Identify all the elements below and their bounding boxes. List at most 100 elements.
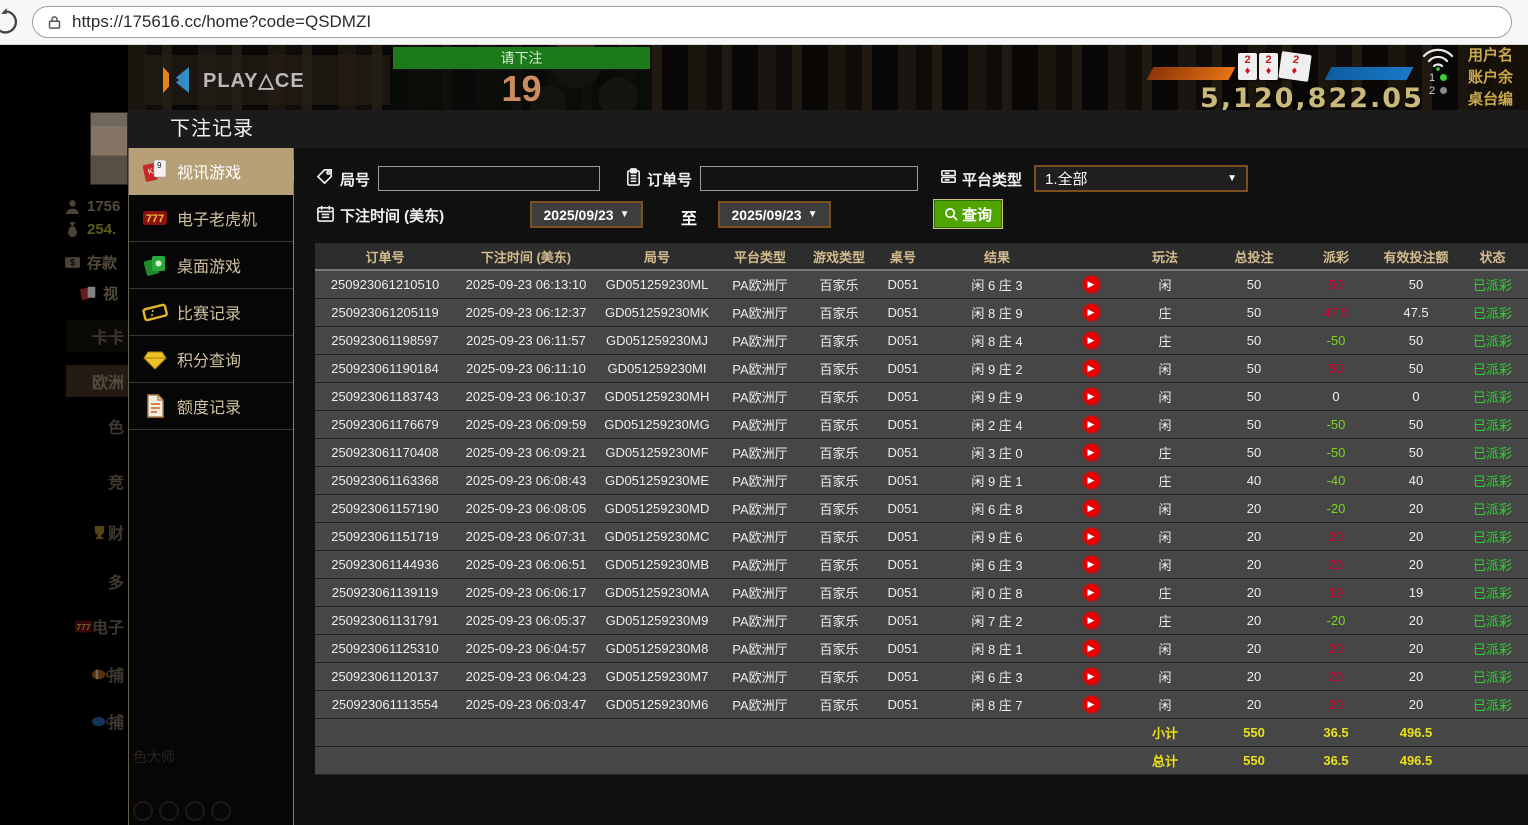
address-bar[interactable]: https://175616.cc/home?code=QSDMZI xyxy=(32,6,1512,38)
date-to-picker[interactable]: 2025/09/23 ▼ xyxy=(718,201,831,228)
cell-status: 已派彩 xyxy=(1457,606,1528,634)
replay-icon[interactable]: ▶ xyxy=(1083,472,1100,489)
cell-replay: ▶ xyxy=(1063,382,1119,410)
query-button[interactable]: 查询 xyxy=(934,200,1002,228)
cell-round: GD051259230ME xyxy=(597,466,717,494)
replay-icon[interactable]: ▶ xyxy=(1083,360,1100,377)
menu-item-table-games[interactable]: 桌面游戏 xyxy=(129,242,293,289)
replay-icon[interactable]: ▶ xyxy=(1083,584,1100,601)
cell-replay: ▶ xyxy=(1063,466,1119,494)
cell-replay: ▶ xyxy=(1063,634,1119,662)
replay-icon[interactable]: ▶ xyxy=(1083,276,1100,293)
menu-item-label: 桌面游戏 xyxy=(177,253,241,277)
menu-fragment-1[interactable]: 欧洲 xyxy=(66,365,128,397)
column-header-status: 状态 xyxy=(1457,243,1528,270)
cell-game: 百家乐 xyxy=(803,354,875,382)
cell-order: 250923061170408 xyxy=(315,438,455,466)
line-2[interactable]: 2 xyxy=(1416,84,1460,97)
menu-fragment-8[interactable]: 捕 xyxy=(66,703,128,739)
menu-fragment-7[interactable]: 捕 xyxy=(66,657,128,691)
deposit-button-fragment[interactable]: $ 存款 xyxy=(64,252,117,273)
cell-time: 2025-09-23 06:04:57 xyxy=(455,634,597,662)
replay-icon[interactable]: ▶ xyxy=(1083,696,1100,713)
cell-table_no: D051 xyxy=(875,662,931,690)
cell-valid: 20 xyxy=(1375,690,1457,718)
sum-cell-order xyxy=(315,718,455,746)
replay-icon[interactable]: ▶ xyxy=(1083,388,1100,405)
username-label: 用户名 xyxy=(1468,45,1528,67)
cell-status: 已派彩 xyxy=(1457,270,1528,298)
menu-item-quota-records[interactable]: 额度记录 xyxy=(129,383,293,430)
cell-play: 庄 xyxy=(1119,438,1211,466)
date-from-value: 2025/09/23 xyxy=(544,207,614,223)
table-row: 2509230611517192025-09-23 06:07:31GD0512… xyxy=(315,522,1528,550)
menu-item-points-query[interactable]: 积分查询 xyxy=(129,336,293,383)
replay-icon[interactable]: ▶ xyxy=(1083,528,1100,545)
menu-fragment-6[interactable]: 777 电子 xyxy=(66,610,128,642)
cell-table_no: D051 xyxy=(875,354,931,382)
cell-platform: PA欧洲厅 xyxy=(717,662,803,690)
menu-fragment-0[interactable]: 卡卡 xyxy=(66,320,128,352)
order-input[interactable] xyxy=(700,166,918,191)
sum-cell-valid: 496.5 xyxy=(1375,718,1457,746)
cell-replay: ▶ xyxy=(1063,438,1119,466)
cell-game: 百家乐 xyxy=(803,466,875,494)
cell-total: 20 xyxy=(1211,522,1297,550)
replay-icon[interactable]: ▶ xyxy=(1083,668,1100,685)
balance-label: 账户余 xyxy=(1468,67,1528,89)
cell-platform: PA欧洲厅 xyxy=(717,410,803,438)
replay-icon[interactable]: ▶ xyxy=(1083,612,1100,629)
replay-icon[interactable]: ▶ xyxy=(1083,444,1100,461)
round-input[interactable] xyxy=(378,166,600,191)
menu-fragment-2[interactable]: 色 xyxy=(66,410,128,442)
cell-order: 250923061131791 xyxy=(315,606,455,634)
cell-table_no: D051 xyxy=(875,326,931,354)
menu-item-match-records[interactable]: 比赛记录 xyxy=(129,289,293,336)
cell-order: 250923061163368 xyxy=(315,466,455,494)
platform-select[interactable]: 1.全部 ▼ xyxy=(1034,165,1248,192)
cell-time: 2025-09-23 06:06:17 xyxy=(455,578,597,606)
subtotal-row: 小计55036.5496.5 xyxy=(315,718,1528,746)
cell-time: 2025-09-23 06:06:51 xyxy=(455,550,597,578)
cell-round: GD051259230MC xyxy=(597,522,717,550)
column-header-round: 局号 xyxy=(597,243,717,270)
playace-logo: PLAY△CE xyxy=(145,55,390,105)
avatar xyxy=(90,112,128,185)
cell-result: 闲 3 庄 0 xyxy=(931,438,1063,466)
replay-icon[interactable]: ▶ xyxy=(1083,416,1100,433)
cell-payout: 20 xyxy=(1297,690,1375,718)
cell-result: 闲 0 庄 8 xyxy=(931,578,1063,606)
clownfish-icon xyxy=(91,666,108,683)
replay-icon[interactable]: ▶ xyxy=(1083,640,1100,657)
cell-payout: -40 xyxy=(1297,466,1375,494)
replay-icon[interactable]: ▶ xyxy=(1083,304,1100,321)
table-row: 2509230611704082025-09-23 06:09:21GD0512… xyxy=(315,438,1528,466)
date-from-picker[interactable]: 2025/09/23 ▼ xyxy=(530,201,643,228)
menu-fragment-3[interactable]: 竞 xyxy=(66,465,128,497)
wifi-icon xyxy=(1421,47,1455,71)
menu-item-slots[interactable]: 777 电子老虎机 xyxy=(129,195,293,242)
cell-order: 250923061113554 xyxy=(315,690,455,718)
video-menu-fragment[interactable]: 视 xyxy=(80,283,118,304)
url-text[interactable]: https://175616.cc/home?code=QSDMZI xyxy=(72,12,371,32)
replay-icon[interactable]: ▶ xyxy=(1083,500,1100,517)
menu-fragment-5[interactable]: 多 xyxy=(66,565,128,597)
cell-status: 已派彩 xyxy=(1457,662,1528,690)
cell-play: 庄 xyxy=(1119,326,1211,354)
line-1[interactable]: 1 xyxy=(1416,71,1460,84)
status-dot-green xyxy=(1440,74,1447,81)
table-scoreboard: 2♦ 2♦ 2♦ xyxy=(1150,53,1410,83)
game-page: PLAY△CE 请下注 19 2♦ 2♦ 2♦ 5,120,822.05 xyxy=(0,45,1528,825)
cell-table_no: D051 xyxy=(875,494,931,522)
menu-item-video-games[interactable]: K♥ 9 视讯游戏 xyxy=(129,148,293,195)
replay-icon[interactable]: ▶ xyxy=(1083,332,1100,349)
cell-round: GD051259230MH xyxy=(597,382,717,410)
cell-valid: 50 xyxy=(1375,410,1457,438)
cell-status: 已派彩 xyxy=(1457,466,1528,494)
menu-fragment-4[interactable]: 财 xyxy=(66,515,128,549)
replay-icon[interactable]: ▶ xyxy=(1083,556,1100,573)
cell-valid: 20 xyxy=(1375,662,1457,690)
menu-item-label: 积分查询 xyxy=(177,347,241,371)
column-header-valid: 有效投注额 xyxy=(1375,243,1457,270)
reload-icon[interactable] xyxy=(0,8,22,36)
